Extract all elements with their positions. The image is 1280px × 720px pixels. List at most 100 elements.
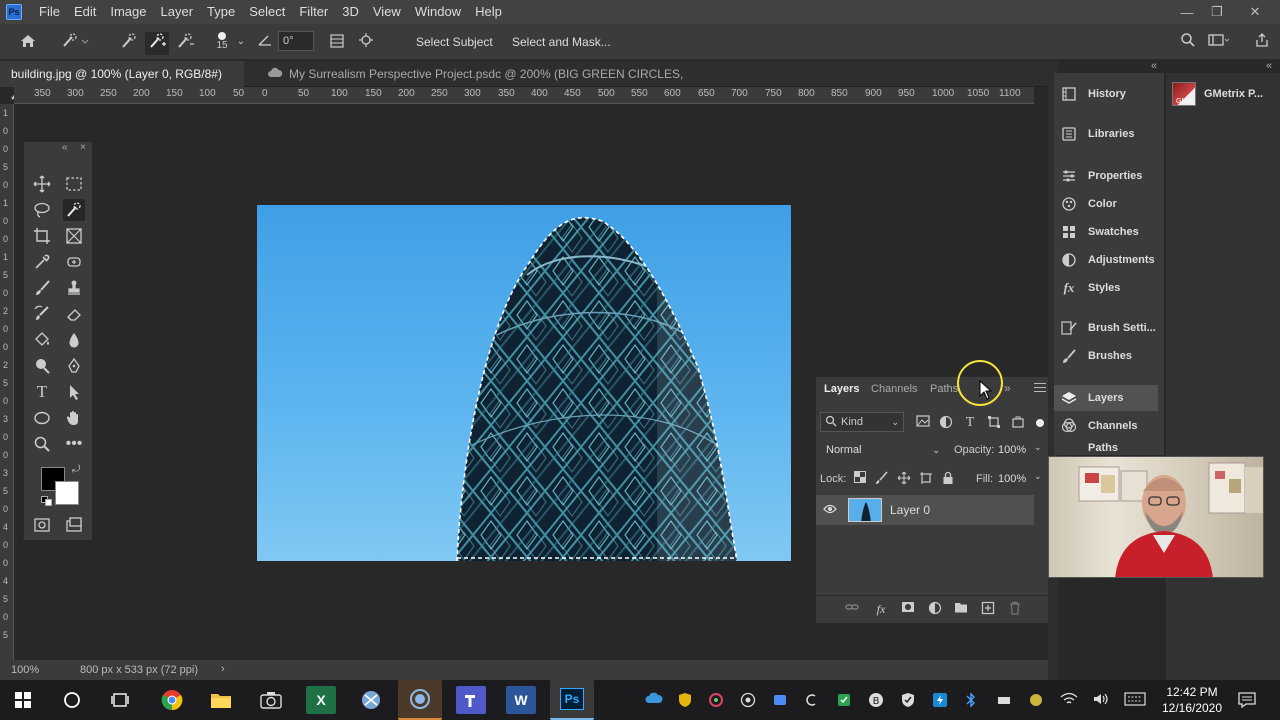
taskbar-clock[interactable]: 12:42 PM 12/16/2020 — [1152, 684, 1232, 716]
ellipse-tool-icon[interactable] — [31, 407, 53, 429]
dock-item-adjustments[interactable]: Adjustments — [1054, 247, 1164, 273]
tab-layers[interactable]: Layers — [824, 377, 859, 401]
crop-tool-icon[interactable] — [31, 225, 53, 247]
layer-style-icon[interactable]: fx — [873, 601, 889, 617]
recording-tray-icon[interactable] — [740, 692, 756, 711]
lock-artboard-icon[interactable] — [918, 471, 934, 487]
filter-adjustment-icon[interactable] — [938, 415, 954, 431]
path-selection-tool-icon[interactable] — [63, 381, 85, 403]
teams-tray-icon[interactable] — [772, 692, 788, 711]
type-tool-icon[interactable]: T — [31, 381, 53, 403]
menu-view[interactable]: View — [366, 0, 408, 24]
onedrive-icon[interactable] — [645, 692, 663, 707]
gmetrix-panel-tab[interactable]: GMX GMetrix P... — [1172, 81, 1278, 107]
cortana-search-icon[interactable] — [57, 686, 87, 714]
menu-type[interactable]: Type — [200, 0, 242, 24]
delete-layer-icon[interactable] — [1007, 601, 1023, 617]
new-layer-icon[interactable] — [980, 601, 996, 617]
dock-item-paths[interactable]: Paths — [1054, 441, 1164, 455]
app-tray-icon-3[interactable] — [1028, 692, 1044, 711]
brush-tool-icon[interactable] — [31, 277, 53, 299]
sample-all-layers-icon[interactable] — [326, 32, 348, 55]
dock-item-brush-settings[interactable]: Brush Setti... — [1054, 315, 1164, 341]
fill-input[interactable]: 100% — [998, 473, 1026, 485]
dock-item-history[interactable]: History — [1054, 81, 1164, 107]
search-icon[interactable] — [1178, 32, 1198, 53]
status-menu-arrow[interactable]: › — [221, 663, 225, 675]
frame-tool-icon[interactable] — [63, 225, 85, 247]
select-subject-button[interactable]: Select Subject — [404, 30, 505, 54]
menu-window[interactable]: Window — [408, 0, 468, 24]
volume-icon[interactable] — [1092, 692, 1110, 709]
snipping-tool-icon[interactable] — [356, 686, 386, 714]
screen-mode-icon[interactable] — [63, 514, 85, 536]
camera-app-icon[interactable] — [256, 686, 286, 714]
windows-start-icon[interactable] — [8, 686, 38, 714]
menu-edit[interactable]: Edit — [67, 0, 103, 24]
healing-brush-tool-icon[interactable] — [63, 251, 85, 273]
screen-recorder-icon[interactable] — [398, 680, 442, 720]
new-adjustment-layer-icon[interactable] — [927, 601, 943, 617]
menu-image[interactable]: Image — [103, 0, 153, 24]
subtract-from-selection-icon[interactable] — [174, 32, 196, 55]
dodge-tool-icon[interactable] — [31, 355, 53, 377]
pen-tool-icon[interactable] — [63, 355, 85, 377]
app-tray-icon-2[interactable]: B — [868, 692, 884, 711]
eraser-tool-icon[interactable] — [63, 303, 85, 325]
history-brush-tool-icon[interactable] — [31, 303, 53, 325]
share-icon[interactable] — [1252, 32, 1272, 53]
add-mask-icon[interactable] — [900, 601, 916, 617]
photoshop-taskbar-icon[interactable]: Ps — [550, 680, 594, 720]
panel-menu-icon[interactable] — [1034, 383, 1046, 392]
close-button[interactable]: ✕ — [1238, 0, 1272, 24]
filter-pixel-icon[interactable] — [915, 415, 931, 431]
menu-file[interactable]: File — [32, 0, 67, 24]
quick-selection-tool-icon[interactable] — [63, 199, 85, 221]
enhance-edge-icon[interactable] — [356, 32, 376, 53]
quick-selection-preset-icon[interactable] — [58, 32, 92, 55]
paint-bucket-tool-icon[interactable] — [31, 329, 53, 351]
tab-paths[interactable]: Paths — [930, 377, 958, 401]
more-tools-icon[interactable]: ••• — [63, 433, 85, 455]
excel-icon[interactable]: X — [306, 686, 336, 714]
opacity-input[interactable]: 100% — [998, 444, 1026, 456]
lock-transparent-pixels-icon[interactable] — [852, 471, 868, 487]
workspace-icon[interactable] — [1206, 32, 1232, 53]
select-and-mask-button[interactable]: Select and Mask... — [500, 30, 623, 54]
angle-input[interactable]: 0° — [278, 31, 314, 51]
dock-item-brushes[interactable]: Brushes — [1054, 343, 1164, 369]
add-to-selection-icon[interactable] — [145, 32, 169, 55]
filter-smart-object-icon[interactable] — [1010, 415, 1026, 431]
chevron-down-icon[interactable]: ⌄ — [234, 32, 248, 52]
move-tool-icon[interactable] — [31, 173, 53, 195]
lock-all-icon[interactable] — [940, 471, 956, 487]
dock-item-styles[interactable]: fx Styles — [1054, 275, 1164, 301]
background-color-swatch[interactable] — [55, 481, 79, 505]
filter-shape-icon[interactable] — [986, 415, 1002, 431]
layer-row[interactable]: Layer 0 — [816, 495, 1034, 525]
skype-tray-icon[interactable] — [804, 692, 820, 711]
file-explorer-icon[interactable] — [206, 686, 236, 714]
collapse-dock-icon[interactable]: « — [1151, 60, 1157, 72]
filter-toggle[interactable] — [1036, 419, 1044, 427]
zoom-tool-icon[interactable] — [31, 433, 53, 455]
vpn-tray-icon[interactable] — [836, 692, 852, 711]
new-group-icon[interactable] — [953, 601, 969, 617]
notifications-icon[interactable] — [1238, 692, 1256, 711]
app-tray-icon[interactable] — [708, 692, 724, 711]
layer-name[interactable]: Layer 0 — [890, 503, 930, 517]
lock-image-pixels-icon[interactable] — [874, 471, 890, 487]
new-selection-icon[interactable] — [118, 32, 140, 55]
tab-building[interactable]: building.jpg @ 100% (Layer 0, RGB/8#) *× — [0, 61, 244, 107]
collapse-panel-icon[interactable]: « — [62, 142, 68, 153]
bluetooth-icon[interactable] — [964, 692, 978, 711]
zoom-level[interactable]: 100% — [11, 664, 39, 676]
menu-layer[interactable]: Layer — [154, 0, 201, 24]
keyboard-icon[interactable] — [1124, 692, 1146, 709]
brush-size-picker[interactable]: 15 — [212, 26, 232, 52]
maximize-button[interactable]: ❐ — [1200, 0, 1234, 24]
dock-item-swatches[interactable]: Swatches — [1054, 219, 1164, 245]
lasso-tool-icon[interactable] — [31, 199, 53, 221]
blur-tool-icon[interactable] — [63, 329, 85, 351]
hand-tool-icon[interactable] — [63, 407, 85, 429]
